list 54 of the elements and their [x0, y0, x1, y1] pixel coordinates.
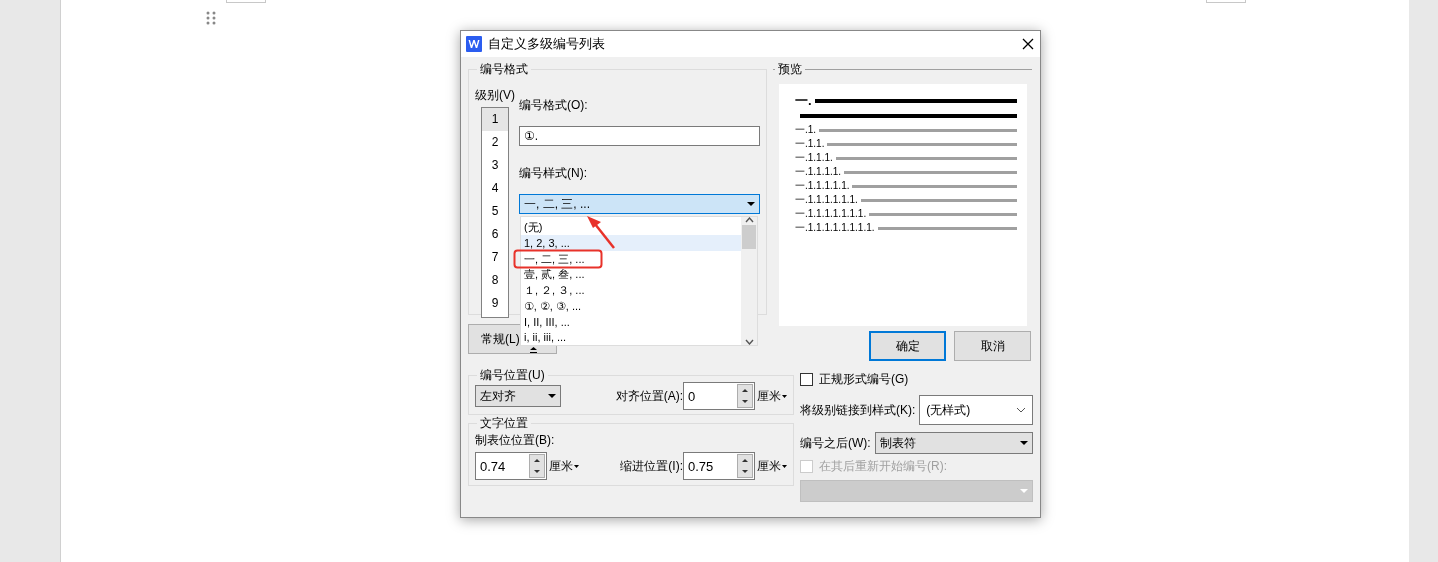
checkbox-label: 在其后重新开始编号(R): [819, 457, 947, 475]
dropdown-list[interactable]: (无) 1, 2, 3, ... 一, 二, 三, ... 壹, 贰, 叁, ... １, ２, ３, ... ①, ②, ③, ... I, II, III, ... i, ii, iii, ... [520, 216, 758, 346]
field-label: 将级别链接到样式(K): [800, 401, 916, 419]
dialog-button[interactable]: 确定 [869, 331, 946, 361]
list-option[interactable]: 一, 二, 三, ... [521, 250, 741, 267]
preview-text: 一. [795, 92, 812, 110]
preview-text: 一.1.1.1.1.1. [795, 179, 850, 193]
field-label: 编号格式(O): [519, 97, 589, 114]
list-item[interactable]: 2 [482, 131, 508, 154]
dropdown-field[interactable]: 一, 二, 三, ... [519, 194, 760, 214]
preview-text: 一.1.1.1.1.1.1.1. [795, 207, 867, 221]
dropdown-field[interactable]: 制表符 [874, 432, 1033, 454]
number-field[interactable]: 0.75 [683, 452, 755, 480]
number-field[interactable]: 0 [683, 382, 755, 410]
list-item[interactable]: 1 [482, 108, 508, 131]
field-label: 级别(V) [475, 87, 515, 104]
field-label: 制表位位置(B): [475, 432, 556, 449]
number-field[interactable]: 0.74 [475, 452, 547, 480]
field-label: 编号样式(N): [519, 165, 588, 182]
list-item[interactable]: 4 [482, 177, 508, 200]
unit-dropdown[interactable]: 厘米 [757, 456, 787, 476]
level-list[interactable]: 1 2 3 4 5 6 7 8 9 [481, 107, 509, 318]
group-title: 文字位置 [479, 415, 529, 432]
list-option[interactable]: 1, 2, 3, ... [521, 234, 741, 251]
list-item[interactable]: 5 [482, 200, 508, 223]
preview-text: 一.1.1.1. [795, 151, 833, 165]
dropdown-field[interactable]: 左对齐 [475, 385, 561, 407]
list-option[interactable]: １, ２, ３, ... [521, 282, 741, 298]
preview-text: 一.1.1.1.1.1.1. [795, 193, 858, 207]
group-title: 预览 [777, 61, 803, 78]
field-label: 编号之后(W): [800, 434, 871, 452]
unit-dropdown[interactable]: 厘米 [549, 456, 579, 476]
preview-text: 一.1. [795, 123, 817, 137]
list-option[interactable]: (无) [521, 219, 741, 235]
dialog-button[interactable]: 取消 [954, 331, 1031, 361]
list-item[interactable]: 8 [482, 269, 508, 292]
preview-text: 一.1.1.1.1. [795, 165, 842, 179]
list-item[interactable]: 7 [482, 246, 508, 269]
list-item[interactable]: 3 [482, 154, 508, 177]
checkbox-label: 正规形式编号(G) [819, 370, 909, 388]
input-field[interactable]: ①. [519, 126, 760, 146]
dropdown-field[interactable]: (无样式) [919, 395, 1033, 425]
list-item[interactable]: 9 [482, 292, 508, 315]
list-option[interactable]: ①, ②, ③, ... [521, 297, 741, 314]
window-title: 自定义多级编号列表 [488, 35, 606, 53]
list-option[interactable]: 壹, 贰, 叁, ... [521, 266, 741, 282]
preview-text: 一.1.1.1.1.1.1.1.1. [795, 221, 875, 235]
unit-dropdown[interactable]: 厘米 [757, 386, 787, 406]
preview-text: 一.1.1. [795, 137, 825, 151]
list-item[interactable]: 6 [482, 223, 508, 246]
field-label: 对齐位置(A): [615, 387, 683, 405]
group-title: 编号位置(U) [479, 367, 546, 384]
group-title: 编号格式 [479, 61, 529, 78]
field-label: 缩进位置(I): [620, 457, 683, 475]
